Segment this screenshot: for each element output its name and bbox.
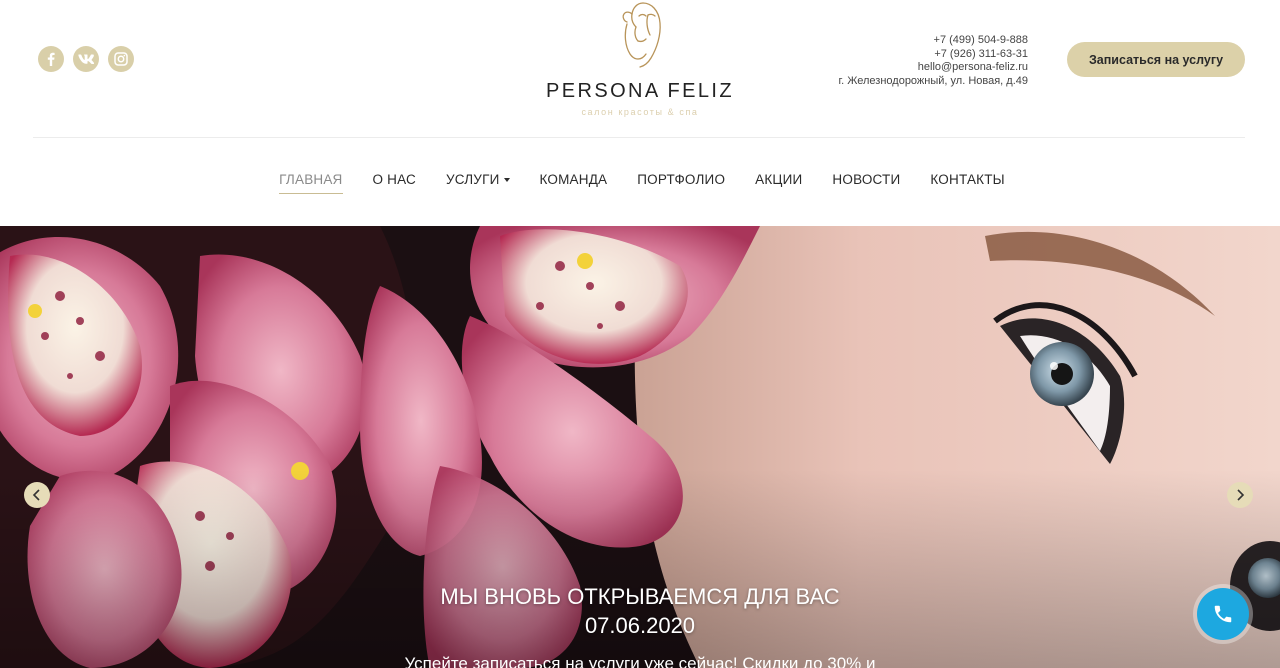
- header-divider: [33, 137, 1245, 138]
- chevron-left-icon: [32, 489, 40, 501]
- email-link[interactable]: hello@persona-feliz.ru: [838, 61, 1028, 75]
- nav-item-news[interactable]: НОВОСТИ: [832, 170, 900, 194]
- nav-item-contacts[interactable]: КОНТАКТЫ: [930, 170, 1004, 194]
- social-links: [38, 46, 134, 72]
- callback-button[interactable]: [1193, 584, 1253, 644]
- instagram-icon: [114, 52, 128, 66]
- contact-info: +7 (499) 504-9-888 +7 (926) 311-63-31 he…: [838, 34, 1028, 88]
- site-header: PERSONA FELIZ салон красоты & спа +7 (49…: [0, 0, 1280, 138]
- brand-name: PERSONA FELIZ: [546, 80, 734, 102]
- slider-prev-button[interactable]: [24, 482, 50, 508]
- chevron-right-icon: [1237, 489, 1245, 501]
- callback-button-inner: [1197, 588, 1249, 640]
- phone-link-2[interactable]: +7 (926) 311-63-31: [838, 48, 1028, 62]
- hero-title: МЫ ВНОВЬ ОТКРЫВАЕМСЯ ДЛЯ ВАС 07.06.2020: [0, 582, 1280, 640]
- facebook-link[interactable]: [38, 46, 64, 72]
- address-text: г. Железнодорожный, ул. Новая, д.49: [838, 74, 1028, 87]
- nav-item-services-label: УСЛУГИ: [445, 172, 500, 187]
- logo[interactable]: PERSONA FELIZ салон красоты & спа: [540, 0, 740, 125]
- nav-item-portfolio[interactable]: ПОРТФОЛИО: [637, 170, 725, 194]
- nav-item-promotions[interactable]: АКЦИИ: [755, 170, 802, 194]
- nav-item-team[interactable]: КОМАНДА: [540, 170, 608, 194]
- phone-icon: [1214, 605, 1232, 623]
- hero-title-date: 07.06.2020: [584, 613, 696, 638]
- vk-link[interactable]: [73, 46, 99, 72]
- vk-icon: [78, 54, 94, 64]
- face-logo-icon: [622, 2, 661, 68]
- instagram-link[interactable]: [108, 46, 134, 72]
- phone-link-1[interactable]: +7 (499) 504-9-888: [838, 34, 1028, 48]
- nav-item-about[interactable]: О НАС: [373, 170, 416, 194]
- nav-item-services[interactable]: УСЛУГИ: [446, 170, 510, 194]
- hero-subtitle: Успейте записаться на услуги уже сейчас!…: [404, 654, 876, 668]
- hero-title-line1: МЫ ВНОВЬ ОТКРЫВАЕМСЯ ДЛЯ ВАС: [440, 584, 840, 609]
- nav-item-home[interactable]: ГЛАВНАЯ: [279, 170, 343, 194]
- book-service-button[interactable]: Записаться на услугу: [1067, 42, 1245, 77]
- main-nav: ГЛАВНАЯ О НАС УСЛУГИ КОМАНДА ПОРТФОЛИО А…: [0, 170, 1280, 194]
- brand-tagline: салон красоты & спа: [581, 107, 699, 117]
- caret-down-icon: [503, 178, 510, 183]
- slider-next-button[interactable]: [1227, 482, 1253, 508]
- facebook-icon: [47, 52, 55, 66]
